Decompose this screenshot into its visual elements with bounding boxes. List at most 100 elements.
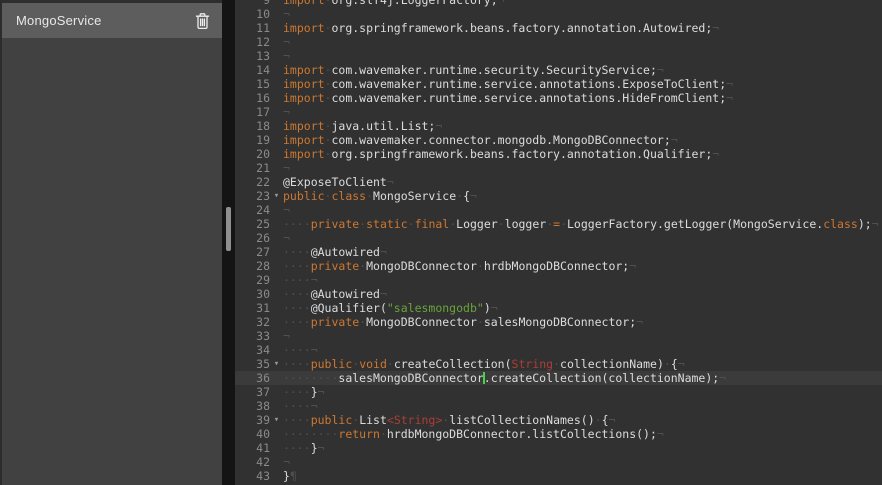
line-number: 22 [256,175,270,189]
code-text: ¬ [283,105,882,119]
code-line[interactable]: 15 import·com.wavemaker.runtime.service.a… [235,77,882,91]
fold-spacer [270,273,283,287]
code-text: ····private·static·final·Logger·logger·=… [283,217,882,231]
code-line[interactable]: 29····¬ [235,273,882,287]
code-line[interactable]: 24¬ [235,203,882,217]
code-line[interactable]: 26¬ [235,231,882,245]
code-line[interactable]: 28 ····private·MongoDBConnector·hrdbMongo… [235,259,882,273]
fold-arrow-icon[interactable]: ▾ [270,413,283,427]
code-text: import·org.slf4j.LoggerFactory;¬ [283,0,882,7]
line-number: 19 [256,133,270,147]
trash-icon[interactable] [195,12,210,30]
code-line[interactable]: 18import·java.util.List;¬ [235,119,882,133]
fold-spacer [270,133,283,147]
fold-spacer [270,315,283,329]
line-number: 13 [256,49,270,63]
code-line[interactable]: 35▾····public·void·createCollection(Stri… [235,357,882,371]
code-text: ····private·MongoDBConnector·salesMongoD… [283,315,882,329]
code-line[interactable]: 9import·org.slf4j.LoggerFactory;¬ [235,0,882,7]
code-line[interactable]: 32 ····private·MongoDBConnector·salesMong… [235,315,882,329]
fold-spacer [270,119,283,133]
line-number: 29 [256,273,270,287]
fold-spacer [270,161,283,175]
line-number: 23 [256,189,270,203]
code-text: ····¬ [283,399,882,413]
code-text: ····}¬ [283,385,882,399]
code-line[interactable]: 13 ¬ [235,49,882,63]
services-sidebar: MongoService [0,0,222,485]
code-line[interactable]: 11import·org.springframework.beans.facto… [235,21,882,35]
code-line[interactable]: 14import·com.wavemaker.runtime.security.… [235,63,882,77]
code-line[interactable]: 42¬ [235,455,882,469]
code-line[interactable]: 31····@Qualifier("salesmongodb")¬ [235,301,882,315]
code-text: ¬ [283,231,882,245]
line-number: 10 [256,7,270,21]
code-text: import·com.wavemaker.runtime.service.ann… [283,77,882,91]
code-line[interactable]: 33¬ [235,329,882,343]
fold-spacer [270,49,283,63]
code-line[interactable]: 38····¬ [235,399,882,413]
fold-arrow-icon[interactable]: ▾ [270,357,283,371]
line-number: 28 [256,259,270,273]
fold-spacer [270,105,283,119]
panel-divider[interactable] [222,0,235,485]
fold-spacer [270,77,283,91]
line-number: 15 [256,77,270,91]
line-number: 14 [256,63,270,77]
code-line[interactable]: 16import·com.wavemaker.runtime.service.a… [235,91,882,105]
code-line[interactable]: 22@ExposeToClient¬ [235,175,882,189]
fold-spacer [270,427,283,441]
code-line[interactable]: 30····@Autowired¬ [235,287,882,301]
ide-window: MongoService 9import·org.slf4j.LoggerFac… [0,0,882,485]
sidebar-scrollbar-thumb[interactable] [226,207,231,251]
code-line[interactable]: 43}¶ [235,469,882,483]
code-line[interactable]: 20import·org.springframework.beans.facto… [235,147,882,161]
fold-spacer [270,385,283,399]
service-name-label: MongoService [16,13,102,28]
fold-arrow-icon[interactable]: ▾ [270,189,283,203]
code-line[interactable]: 25····private·static·final·Logger·logger… [235,217,882,231]
line-number: 16 [256,91,270,105]
fold-spacer [270,147,283,161]
code-text: import·java.util.List;¬ [283,119,882,133]
code-line[interactable]: 10 ¬ [235,7,882,21]
code-line[interactable]: 17 ¬ [235,105,882,119]
fold-spacer [270,35,283,49]
code-text: ¬ [283,7,882,21]
code-line[interactable]: 41····}¬ [235,441,882,455]
code-line[interactable]: 34····¬ [235,343,882,357]
code-text: ¬ [283,161,882,175]
code-text: ¬ [283,49,882,63]
code-line[interactable]: 40········return·hrdbMongoDBConnector.li… [235,427,882,441]
line-number: 11 [256,21,270,35]
fold-spacer [270,245,283,259]
code-line[interactable]: 12¬ [235,35,882,49]
fold-spacer [270,63,283,77]
line-number: 17 [256,105,270,119]
code-text: ····public·List<String>·listCollectionNa… [283,413,882,427]
code-line[interactable]: 36········salesMongoDBConnector.createCo… [235,371,882,385]
code-text: ¬ [283,455,882,469]
code-line[interactable]: 39▾····public·List<String>·listCollectio… [235,413,882,427]
line-number: 32 [256,315,270,329]
code-line[interactable]: 37····}¬ [235,385,882,399]
line-number: 21 [256,161,270,175]
line-number: 33 [256,329,270,343]
line-number: 43 [256,469,270,483]
code-line[interactable]: 27····@Autowired¬ [235,245,882,259]
code-line[interactable]: 21 ¬ [235,161,882,175]
code-editor[interactable]: 9import·org.slf4j.LoggerFactory;¬10¬11im… [235,0,882,485]
line-number: 36 [256,371,270,385]
fold-spacer [270,231,283,245]
fold-spacer [270,175,283,189]
code-text: ····private·MongoDBConnector·hrdbMongoDB… [283,259,882,273]
fold-spacer [270,21,283,35]
code-text: import·org.springframework.beans.factory… [283,147,882,161]
fold-spacer [270,469,283,483]
code-text: public·class·MongoService·{¬ [283,189,882,203]
code-line[interactable]: 19import·com.wavemaker.connector.mongodb… [235,133,882,147]
line-number: 31 [256,301,270,315]
code-line[interactable]: 23▾public·class·MongoService·{¬ [235,189,882,203]
line-number: 27 [256,245,270,259]
sidebar-item-mongoservice[interactable]: MongoService [2,3,222,38]
